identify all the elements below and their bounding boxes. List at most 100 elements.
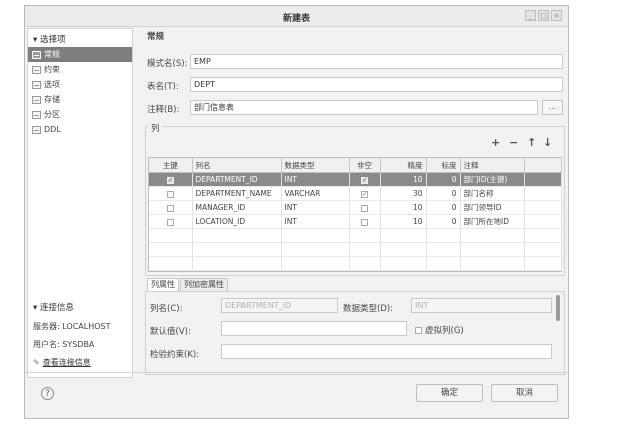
grid-icon [32, 50, 41, 59]
section-title: 常规 [147, 32, 165, 42]
cell-comment: 部门领导ID [460, 200, 525, 215]
tab-column-properties[interactable]: 列属性 [147, 278, 179, 292]
column-name-input[interactable]: DEPARTMENT_ID [221, 298, 338, 313]
comment-browse-button[interactable]: ... [542, 100, 563, 115]
virtual-column-checkbox[interactable]: 虚拟列(G) [415, 324, 464, 336]
cell-comment: 部门ID(主键) [460, 172, 525, 187]
cell-scale: 0 [426, 200, 461, 215]
sidebar-item-label: 分区 [44, 110, 60, 119]
move-up-icon[interactable]: ↑ [527, 136, 536, 149]
pk-checkbox[interactable] [166, 190, 174, 198]
cell-precision: 10 [380, 214, 427, 229]
view-connection-label: 查看连接信息 [42, 358, 91, 367]
virtual-column-box[interactable] [415, 326, 422, 334]
pk-checkbox[interactable]: ✓ [166, 176, 174, 184]
check-constraint-input[interactable] [221, 344, 552, 359]
table-header-row: 主键 列名 数据类型 非空 精度 标度 注释 [149, 158, 562, 173]
cell-name: DEPARTMENT_ID [192, 172, 282, 187]
notnull-checkbox[interactable]: ✓ [361, 190, 368, 198]
maximize-button[interactable]: □ [538, 10, 549, 21]
ok-button[interactable]: 确定 [416, 384, 483, 402]
table-name-label: 表名(T): [147, 82, 179, 92]
sidebar-item-label: 约束 [44, 65, 60, 74]
table-row[interactable]: MANAGER_ID INT 10 0 部门领导ID [149, 200, 562, 215]
options-header[interactable]: ▾ 选择项 [33, 33, 65, 45]
header-name[interactable]: 列名 [192, 158, 282, 173]
data-type-input[interactable]: INT [411, 298, 552, 313]
move-down-icon[interactable]: ↓ [543, 136, 552, 149]
header-filler [524, 158, 562, 173]
sidebar-item-options[interactable]: 选项 [28, 77, 132, 92]
table-name-input[interactable]: DEPT [190, 77, 563, 92]
header-scale[interactable]: 标度 [426, 158, 461, 173]
view-connection-link[interactable]: ✎ 查看连接信息 [33, 357, 91, 368]
column-name-label: 列名(C): [150, 304, 183, 314]
add-column-icon[interactable]: + [491, 136, 500, 149]
default-value-label: 默认值(V): [150, 327, 191, 337]
title-bar: 新建表 _ □ × [25, 6, 568, 27]
grid-icon [32, 110, 41, 119]
check-constraint-label: 检验约束(K): [150, 350, 200, 360]
minimize-button[interactable]: _ [525, 10, 536, 21]
help-icon[interactable]: ? [41, 387, 54, 400]
schema-input[interactable]: EMP [190, 54, 563, 69]
cell-type: INT [281, 172, 350, 187]
default-value-input[interactable] [221, 321, 407, 336]
empty-row [149, 256, 562, 271]
close-button[interactable]: × [551, 10, 562, 21]
table-row[interactable]: ✓ DEPARTMENT_ID INT ✓ 10 0 部门ID(主键) [149, 172, 562, 187]
sidebar: ▾ 选择项 常规 约束 选项 存储 分区 DDL ▾ 连接信息 服务器: LOC… [27, 28, 133, 378]
virtual-column-label: 虚拟列(G) [425, 326, 464, 336]
cell-type: INT [281, 200, 350, 215]
sidebar-item-ddl[interactable]: DDL [28, 122, 132, 137]
table-row[interactable]: DEPARTMENT_NAME VARCHAR ✓ 30 0 部门名称 [149, 186, 562, 201]
comment-input[interactable]: 部门信息表 [190, 100, 538, 115]
empty-row [149, 242, 562, 257]
sidebar-item-label: 选项 [44, 80, 60, 89]
header-comment[interactable]: 注释 [460, 158, 525, 173]
empty-row [149, 228, 562, 243]
dialog-footer: ? 确定 取消 [25, 372, 568, 418]
tab-column-encryption[interactable]: 列加密属性 [180, 278, 228, 292]
remove-column-icon[interactable]: − [509, 136, 518, 149]
sidebar-item-label: DDL [44, 125, 61, 134]
property-scrollbar[interactable] [556, 295, 560, 321]
cell-type: INT [281, 214, 350, 229]
header-notnull[interactable]: 非空 [349, 158, 381, 173]
sidebar-item-label: 常规 [44, 50, 60, 59]
pk-checkbox[interactable] [166, 218, 174, 226]
cell-precision: 10 [380, 172, 427, 187]
connection-header[interactable]: ▾ 连接信息 [33, 301, 74, 313]
header-type[interactable]: 数据类型 [281, 158, 350, 173]
sidebar-item-general[interactable]: 常规 [28, 47, 132, 62]
grid-icon [32, 95, 41, 104]
cancel-button[interactable]: 取消 [491, 384, 558, 402]
cell-name: LOCATION_ID [192, 214, 282, 229]
columns-group-label: 列 [149, 122, 162, 134]
new-table-dialog: 新建表 _ □ × ▾ 选择项 常规 约束 选项 存储 分区 DDL ▾ 连接信… [24, 5, 569, 419]
grid-icon [32, 80, 41, 89]
sidebar-item-constraints[interactable]: 约束 [28, 62, 132, 77]
grid-icon [32, 125, 41, 134]
comment-label: 注释(B): [147, 105, 180, 115]
server-info: 服务器: LOCALHOST [33, 322, 111, 331]
cell-scale: 0 [426, 172, 461, 187]
notnull-checkbox[interactable] [361, 218, 368, 226]
grid-icon [32, 65, 41, 74]
cell-scale: 0 [426, 186, 461, 201]
table-row[interactable]: LOCATION_ID INT 10 0 部门所在地ID [149, 214, 562, 229]
header-pk[interactable]: 主键 [149, 158, 193, 173]
pk-checkbox[interactable] [166, 204, 174, 212]
plug-icon: ✎ [33, 358, 40, 367]
schema-label: 模式名(S): [147, 59, 188, 69]
sidebar-item-label: 存储 [44, 95, 60, 104]
sidebar-item-storage[interactable]: 存储 [28, 92, 132, 107]
columns-table: 主键 列名 数据类型 非空 精度 标度 注释 ✓ DEPARTMENT_ID I… [148, 157, 562, 272]
cell-type: VARCHAR [281, 186, 350, 201]
notnull-checkbox[interactable] [361, 204, 368, 212]
header-precision[interactable]: 精度 [380, 158, 427, 173]
property-tabs: 列属性 列加密属性 [147, 278, 229, 292]
cell-comment: 部门所在地ID [460, 214, 525, 229]
sidebar-item-partition[interactable]: 分区 [28, 107, 132, 122]
notnull-checkbox[interactable]: ✓ [361, 176, 368, 184]
